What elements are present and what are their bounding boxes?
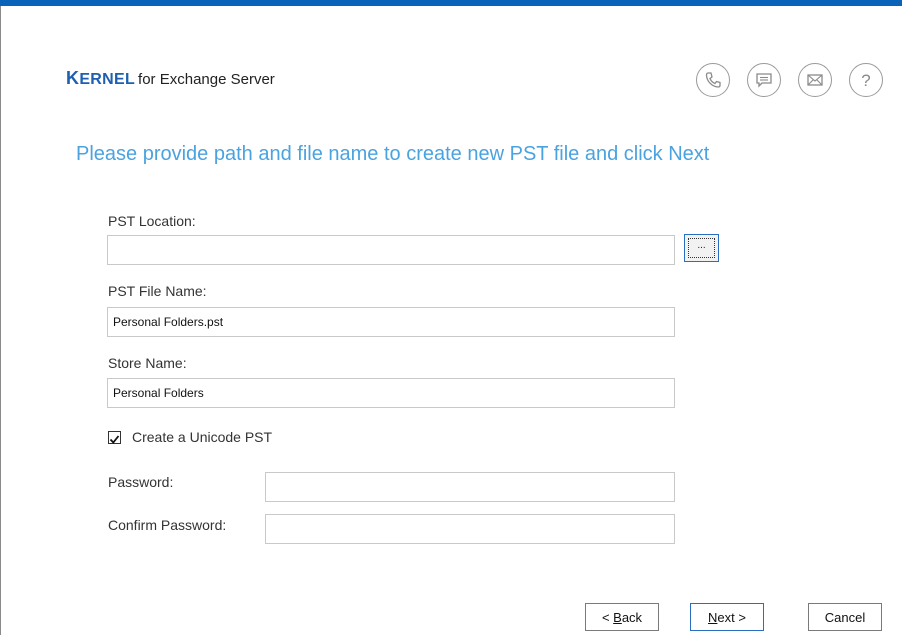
password-label: Password: (108, 474, 174, 490)
help-button[interactable]: ? (849, 63, 883, 97)
window-top-bar (0, 0, 902, 6)
back-button[interactable]: < Back (585, 603, 659, 631)
back-label-rest: ack (621, 609, 643, 625)
help-icon: ? (861, 71, 870, 90)
next-button[interactable]: Next > (690, 603, 764, 631)
back-mnemonic: B (613, 609, 622, 625)
chat-icon (756, 73, 772, 88)
app-brand: KERNEL for Exchange Server (66, 68, 275, 89)
next-mnemonic: N (708, 609, 718, 625)
checkmark-icon (109, 435, 120, 444)
mail-icon (807, 74, 823, 86)
browse-label: ... (688, 238, 715, 258)
unicode-pst-label[interactable]: Create a Unicode PST (132, 429, 272, 445)
unicode-pst-checkbox[interactable] (108, 431, 121, 444)
cancel-button[interactable]: Cancel (808, 603, 882, 631)
store-name-label: Store Name: (108, 355, 187, 371)
confirm-password-label: Confirm Password: (108, 517, 227, 533)
password-input[interactable] (265, 472, 675, 502)
window-left-border (0, 6, 1, 635)
chat-button[interactable] (747, 63, 781, 97)
store-name-input[interactable] (107, 378, 675, 408)
svg-text:?: ? (861, 71, 870, 90)
phone-button[interactable] (696, 63, 730, 97)
page-heading: Please provide path and file name to cre… (76, 143, 710, 165)
pst-file-name-input[interactable] (107, 307, 675, 337)
next-label-rest: ext > (717, 609, 746, 625)
kernel-logo: KERNEL (66, 68, 136, 88)
brand-suffix: for Exchange Server (138, 71, 275, 88)
pst-location-input[interactable] (107, 235, 675, 265)
phone-icon (705, 72, 721, 88)
pst-location-label: PST Location: (108, 213, 196, 229)
confirm-password-input[interactable] (265, 514, 675, 544)
pst-file-name-label: PST File Name: (108, 283, 207, 299)
browse-button[interactable]: ... (684, 234, 719, 262)
back-prefix: < (601, 609, 614, 625)
mail-button[interactable] (798, 63, 832, 97)
